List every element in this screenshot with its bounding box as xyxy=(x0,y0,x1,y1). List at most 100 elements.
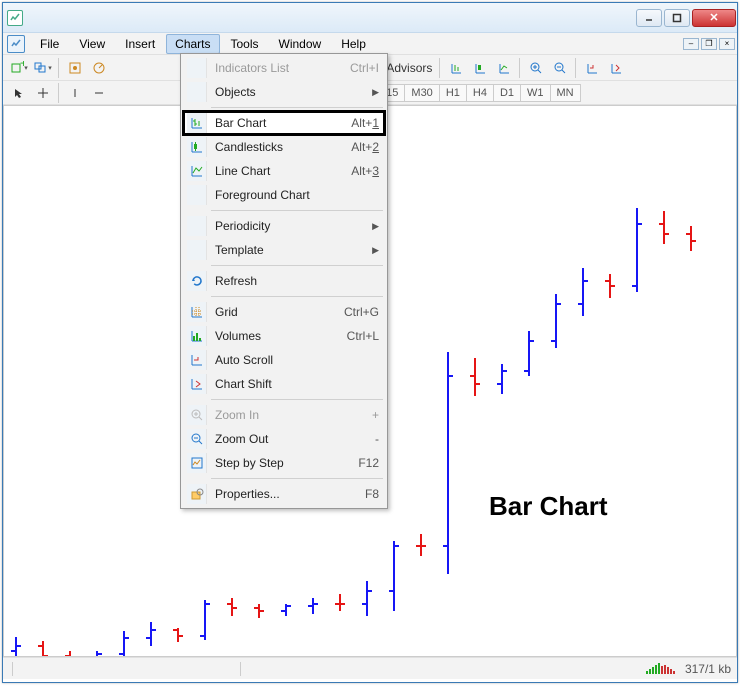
indicators-list-icon xyxy=(187,58,207,78)
menu-bar-chart[interactable]: Bar Chart Alt+1 xyxy=(183,111,385,135)
app-window: ✕ File View Insert Charts Tools Window H… xyxy=(2,2,738,683)
menu-help[interactable]: Help xyxy=(332,34,375,54)
menu-refresh[interactable]: Refresh xyxy=(183,269,385,293)
auto-scroll-button[interactable] xyxy=(580,57,604,79)
vertical-line-button[interactable] xyxy=(63,82,87,104)
menu-auto-scroll[interactable]: Auto Scroll xyxy=(183,348,385,372)
navigator-button[interactable] xyxy=(87,57,111,79)
step-by-step-icon xyxy=(187,453,207,473)
menu-indicators-list[interactable]: Indicators List Ctrl+I xyxy=(183,56,385,80)
candlesticks-icon xyxy=(187,137,207,157)
menubar: File View Insert Charts Tools Window Hel… xyxy=(3,33,737,55)
menu-label: Line Chart xyxy=(215,164,343,178)
menu-foreground-chart[interactable]: Foreground Chart xyxy=(183,183,385,207)
menu-line-chart[interactable]: Line Chart Alt+3 xyxy=(183,159,385,183)
menu-label: Step by Step xyxy=(215,456,350,470)
maximize-button[interactable] xyxy=(664,9,690,27)
menu-zoom-in[interactable]: Zoom In + xyxy=(183,403,385,427)
menu-step-by-step[interactable]: Step by Step F12 xyxy=(183,451,385,475)
menu-zoom-out[interactable]: Zoom Out - xyxy=(183,427,385,451)
submenu-arrow-icon: ▶ xyxy=(372,245,379,256)
line-chart-button[interactable] xyxy=(492,57,516,79)
menu-shortcut: Alt+2 xyxy=(351,140,379,154)
menu-label: Zoom Out xyxy=(215,432,367,446)
menu-shortcut: Ctrl+I xyxy=(350,61,379,75)
timeframe-mn[interactable]: MN xyxy=(550,84,581,102)
menu-volumes[interactable]: Volumes Ctrl+L xyxy=(183,324,385,348)
menu-window[interactable]: Window xyxy=(270,34,331,54)
blank-icon xyxy=(187,216,207,236)
menu-label: Volumes xyxy=(215,329,339,343)
profiles-button[interactable]: ▾ xyxy=(31,57,55,79)
chart-annotation: Bar Chart xyxy=(489,491,607,522)
timeframe-d1[interactable]: D1 xyxy=(493,84,521,102)
app-icon xyxy=(7,10,23,26)
menu-chart-shift[interactable]: Chart Shift xyxy=(183,372,385,396)
zoom-out-icon xyxy=(187,429,207,449)
new-chart-button[interactable]: +▾ xyxy=(7,57,31,79)
close-button[interactable]: ✕ xyxy=(692,9,736,27)
timeframe-h1[interactable]: H1 xyxy=(439,84,467,102)
zoom-out-button[interactable] xyxy=(548,57,572,79)
menu-label: Objects xyxy=(215,85,364,99)
timeframe-m30[interactable]: M30 xyxy=(404,84,439,102)
zoom-in-icon xyxy=(187,405,207,425)
menu-objects[interactable]: Objects ▶ xyxy=(183,80,385,104)
menu-label: Bar Chart xyxy=(215,116,343,130)
menu-periodicity[interactable]: Periodicity ▶ xyxy=(183,214,385,238)
menu-shortcut: F12 xyxy=(358,456,379,470)
menu-grid[interactable]: Grid Ctrl+G xyxy=(183,300,385,324)
timeframe-h4[interactable]: H4 xyxy=(466,84,494,102)
mdi-icon xyxy=(7,35,25,53)
menu-label: Template xyxy=(215,243,364,257)
market-watch-button[interactable] xyxy=(63,57,87,79)
blank-icon xyxy=(187,185,207,205)
bar-chart-icon xyxy=(187,113,207,133)
menu-view[interactable]: View xyxy=(70,34,114,54)
timeframe-w1[interactable]: W1 xyxy=(520,84,551,102)
menu-shortcut: F8 xyxy=(365,487,379,501)
properties-icon xyxy=(187,484,207,504)
crosshair-button[interactable] xyxy=(31,82,55,104)
menu-insert[interactable]: Insert xyxy=(116,34,164,54)
menu-label: Foreground Chart xyxy=(215,188,379,202)
mdi-restore-button[interactable]: ❐ xyxy=(701,38,717,50)
menu-label: Properties... xyxy=(215,487,357,501)
menu-tools[interactable]: Tools xyxy=(222,34,268,54)
titlebar: ✕ xyxy=(3,3,737,33)
volumes-icon xyxy=(187,326,207,346)
blank-icon xyxy=(187,240,207,260)
cursor-button[interactable] xyxy=(7,82,31,104)
menu-label: Candlesticks xyxy=(215,140,343,154)
menu-shortcut: Ctrl+L xyxy=(347,329,379,343)
menu-label: Chart Shift xyxy=(215,377,379,391)
mdi-close-button[interactable]: × xyxy=(719,38,735,50)
menu-template[interactable]: Template ▶ xyxy=(183,238,385,262)
menu-label: Grid xyxy=(215,305,336,319)
submenu-arrow-icon: ▶ xyxy=(372,87,379,98)
candlesticks-button[interactable] xyxy=(468,57,492,79)
refresh-icon xyxy=(187,271,207,291)
objects-icon xyxy=(187,82,207,102)
menu-label: Zoom In xyxy=(215,408,364,422)
grid-icon xyxy=(187,302,207,322)
menu-candlesticks[interactable]: Candlesticks Alt+2 xyxy=(183,135,385,159)
menu-charts[interactable]: Charts xyxy=(166,34,219,54)
menu-label: Auto Scroll xyxy=(215,353,379,367)
chart-shift-icon xyxy=(187,374,207,394)
chart-shift-button[interactable] xyxy=(604,57,628,79)
menu-label: Periodicity xyxy=(215,219,364,233)
menu-file[interactable]: File xyxy=(31,34,68,54)
minimize-button[interactable] xyxy=(636,9,662,27)
connection-status: 317/1 kb xyxy=(685,662,731,676)
menu-shortcut: + xyxy=(372,408,379,422)
mdi-minimize-button[interactable]: – xyxy=(683,38,699,50)
charts-dropdown-menu: Indicators List Ctrl+I Objects ▶ Bar Cha… xyxy=(180,53,388,509)
horizontal-line-button[interactable] xyxy=(87,82,111,104)
menu-properties[interactable]: Properties... F8 xyxy=(183,482,385,506)
zoom-in-button[interactable] xyxy=(524,57,548,79)
bar-chart-button[interactable] xyxy=(444,57,468,79)
submenu-arrow-icon: ▶ xyxy=(372,221,379,232)
statusbar: 317/1 kb xyxy=(3,657,737,679)
menu-shortcut: - xyxy=(375,432,379,446)
